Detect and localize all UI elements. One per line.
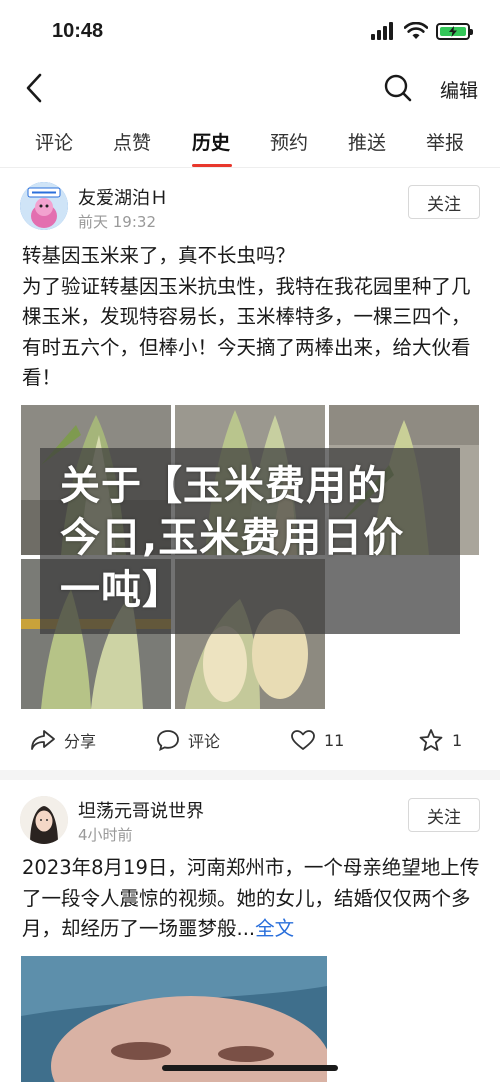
tab-likes[interactable]: 点赞 <box>102 128 162 155</box>
edit-button[interactable]: 编辑 <box>440 76 478 103</box>
like-button[interactable]: 11 <box>290 720 344 760</box>
overlay-title: 关于【玉米费用的今日,玉米费用日价一吨】 <box>60 463 405 613</box>
post-time: 前天 19:32 <box>78 213 156 231</box>
star-icon <box>419 729 443 751</box>
back-button[interactable] <box>16 70 52 106</box>
avatar-illustration <box>20 182 68 230</box>
post-paragraph: 2023年8月19日，河南郑州市，一个母亲绝望地上传了一段令人震惊的视频。她的女… <box>22 856 480 940</box>
post-time: 4小时前 <box>78 826 133 844</box>
tab-push[interactable]: 推送 <box>337 128 397 155</box>
like-count: 11 <box>324 730 345 750</box>
divider <box>0 167 500 168</box>
wifi-icon <box>404 22 428 39</box>
signal-icon <box>371 22 393 40</box>
battery-icon <box>436 22 473 40</box>
tab-reservations[interactable]: 预约 <box>259 128 319 155</box>
status-bar: 10:48 <box>0 0 500 64</box>
share-label: 分享 <box>64 732 97 751</box>
home-indicator <box>162 1065 338 1071</box>
tab-report[interactable]: 举报 <box>415 128 475 155</box>
post-author[interactable]: 友爱湖泊Ｈ <box>78 184 168 210</box>
tab-bar: 评论 点赞 历史 预约 推送 举报 <box>0 120 500 168</box>
follow-button[interactable]: 关注 <box>408 185 480 219</box>
search-button[interactable] <box>382 72 414 104</box>
comment-button[interactable]: 评论 <box>156 720 220 760</box>
share-button[interactable]: 分享 <box>30 720 96 760</box>
read-more-link[interactable]: 全文 <box>255 917 294 940</box>
post-actions: 分享 评论 11 1 <box>0 720 500 760</box>
tab-comments[interactable]: 评论 <box>24 128 84 155</box>
favorite-count: 1 <box>452 730 463 750</box>
status-icons <box>370 22 473 40</box>
chevron-left-icon <box>26 73 42 103</box>
heart-icon <box>291 730 315 750</box>
favorite-button[interactable]: 1 <box>418 720 462 760</box>
avatar[interactable] <box>20 182 68 230</box>
follow-button[interactable]: 关注 <box>408 798 480 832</box>
post-author[interactable]: 坦荡元哥说世界 <box>78 797 204 823</box>
avatar[interactable] <box>20 796 68 844</box>
avatar-photo <box>20 796 68 844</box>
nav-bar: 编辑 <box>0 64 500 114</box>
post-headline: 转基因玉米来了，真不长虫吗？ <box>22 244 296 267</box>
post-photo[interactable] <box>21 956 327 1082</box>
share-icon <box>31 730 55 750</box>
section-divider <box>0 770 500 780</box>
comment-icon <box>157 730 179 751</box>
search-icon <box>384 74 412 102</box>
post-paragraph: 为了验证转基因玉米抗虫性，我特在我花园里种了几棵玉米，发现特容易长，玉米棒特多，… <box>22 274 471 390</box>
comment-label: 评论 <box>188 732 221 751</box>
tab-history[interactable]: 历史 <box>181 128 241 155</box>
status-time: 10:48 <box>52 20 104 42</box>
post-body[interactable]: 转基因玉米来了，真不长虫吗？ 为了验证转基因玉米抗虫性，我特在我花园里种了几棵玉… <box>22 241 480 394</box>
post-body[interactable]: 2023年8月19日，河南郑州市，一个母亲绝望地上传了一段令人震惊的视频。她的女… <box>22 853 480 945</box>
